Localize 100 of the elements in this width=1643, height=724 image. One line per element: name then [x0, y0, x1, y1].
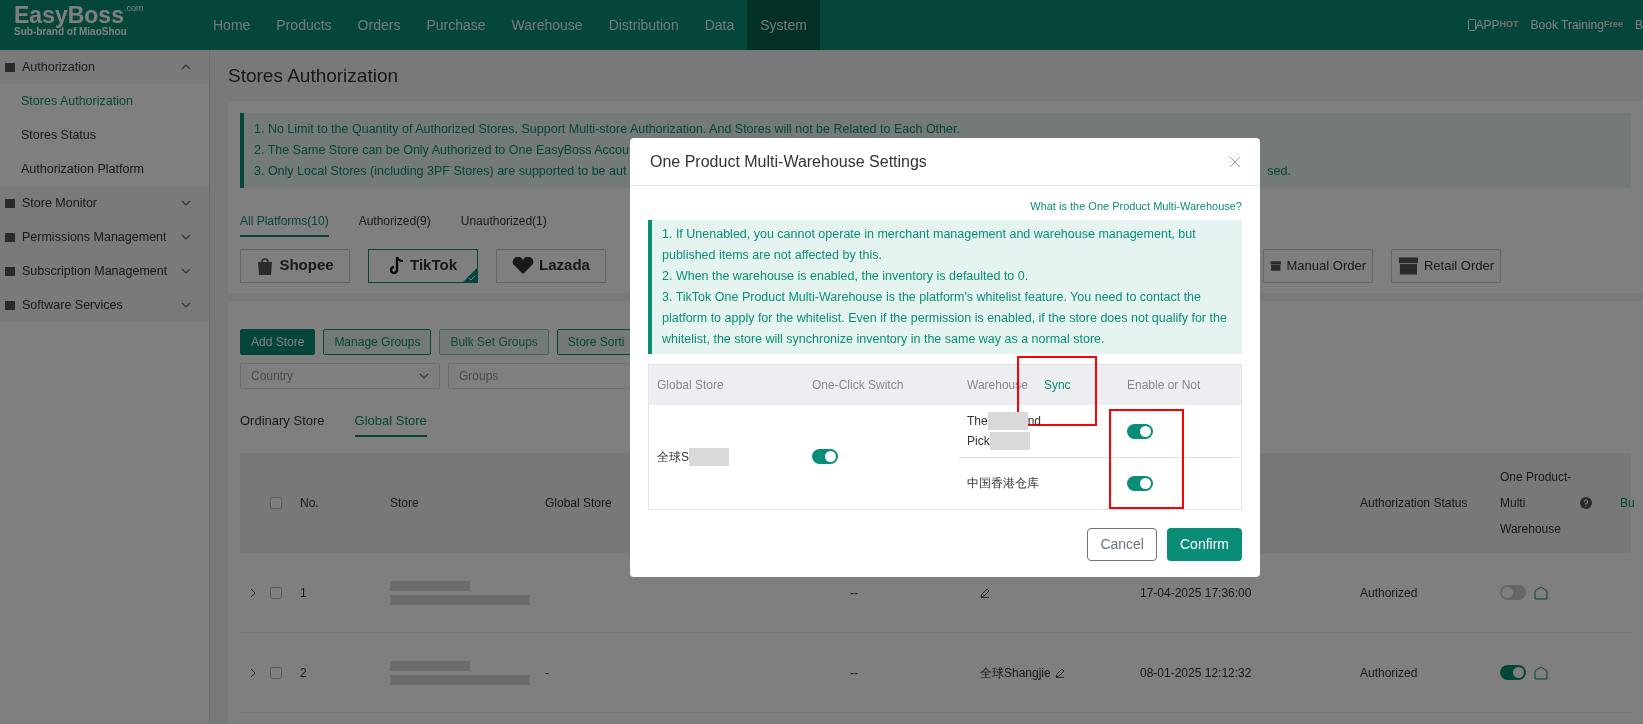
nav-link[interactable]: B	[1635, 16, 1643, 34]
text-label: The	[967, 412, 988, 430]
toggle-switch[interactable]	[812, 449, 838, 464]
check-corner-icon	[463, 267, 477, 282]
sidebar-group-label: Authorization	[22, 58, 96, 76]
platform-label: Lazada	[539, 255, 590, 276]
music-note-icon	[389, 255, 405, 276]
dialog-button[interactable]: Confirm	[1167, 527, 1242, 561]
badge-label: Free	[1603, 18, 1623, 30]
table-cell-text: 08-01-2025 12:12:32	[1139, 664, 1253, 682]
sidebar-group[interactable]: Permissions Management	[0, 220, 209, 254]
table-cell-text: -	[545, 664, 550, 682]
platform-label: Manual Order	[1286, 256, 1366, 275]
sync-link[interactable]: Sync	[1043, 375, 1071, 394]
sidebar-group-label: Subscription Management	[22, 262, 169, 280]
badge-label: HOT	[1499, 18, 1519, 32]
store-icon	[1398, 255, 1419, 276]
store-tab[interactable]: Global Store	[354, 410, 427, 437]
platform-button[interactable]: Retail Order	[1391, 248, 1501, 283]
filter-tab[interactable]: Unauthorized(1)	[460, 211, 547, 237]
sidebar-item[interactable]: Stores Authorization	[0, 84, 209, 118]
nav-tab[interactable]: System	[747, 0, 820, 50]
notice-text: 2. The Same Store can be Only Authorized to One EasyBoss Accou	[254, 141, 629, 159]
redacted-block	[987, 411, 1028, 430]
platform-button[interactable]: Shopee	[240, 248, 350, 283]
platform-button[interactable]: TikTok	[368, 248, 478, 283]
nav-tab[interactable]: Distribution	[595, 0, 692, 50]
notice-text: sed.	[1267, 162, 1292, 180]
action-button[interactable]: Manage Groups	[323, 328, 432, 355]
column-header: Enable or Not	[1126, 376, 1202, 394]
table-cell-text: 1	[300, 584, 308, 602]
toggle-switch[interactable]	[1127, 476, 1153, 492]
menu-item-icon	[4, 299, 16, 311]
redacted-block	[989, 431, 1030, 450]
sidebar-group-label: Store Monitor	[22, 194, 99, 212]
toggle-switch[interactable]	[1500, 665, 1526, 680]
chevron-right-icon	[250, 667, 256, 678]
menu-item-icon	[4, 231, 16, 243]
text-label: 全球S	[657, 448, 689, 466]
sidebar-group-label: Permissions Management	[22, 228, 168, 246]
sidebar-item[interactable]: Stores Status	[0, 118, 209, 152]
nav-tab[interactable]: Products	[263, 0, 345, 50]
table-cell-text: --	[849, 584, 859, 602]
heart-icon	[512, 256, 535, 275]
column-header: No.	[300, 495, 320, 512]
dialog-button[interactable]: Cancel	[1087, 527, 1157, 561]
platform-button[interactable]: Manual Order	[1263, 248, 1373, 283]
column-header: One-Click Switch	[811, 376, 905, 394]
brand-suffix: .com	[123, 3, 144, 13]
column-header: One Product-Multi Warehouse	[1500, 469, 1572, 538]
column-header: Bu	[1620, 495, 1636, 512]
checkbox[interactable]	[270, 497, 282, 509]
nav-link[interactable]: APP	[1475, 16, 1500, 34]
sidebar-group[interactable]: Software Services	[0, 288, 209, 322]
table-cell-text: Authorized	[1360, 664, 1419, 682]
sidebar-group[interactable]: Authorization	[0, 50, 209, 84]
text-label: nd	[1027, 412, 1042, 430]
table-cell-text: --	[849, 664, 859, 682]
column-header: Store	[390, 495, 420, 512]
filter-tab[interactable]: All Platforms(10)	[240, 211, 329, 237]
action-button[interactable]: Add Store	[240, 328, 316, 355]
nav-tab[interactable]: Orders	[344, 0, 414, 50]
sidebar-group-label: Software Services	[22, 296, 124, 314]
notice-text: 3. TikTok One Product Multi-Warehouse is the platform's whitelist feature. You need to contact the platform to apply for the whitelist. Even if the permission is enabled, if the store does not qualify for the whitelist, the store will synchronize inventory in the same way as a normal store.	[662, 288, 1228, 348]
store-tab[interactable]: Ordinary Store	[240, 410, 325, 437]
text-label: 中国香港仓库	[967, 475, 1039, 492]
checkbox[interactable]	[270, 666, 282, 679]
sidebar-item[interactable]: Authorization Platform	[0, 152, 209, 186]
text-label: Pick	[967, 432, 990, 450]
sidebar-group[interactable]: Store Monitor	[0, 186, 209, 220]
chevron-down-icon	[419, 372, 429, 379]
nav-link[interactable]: Book Training	[1530, 16, 1604, 34]
menu-item-icon	[4, 265, 16, 277]
nav-tab[interactable]: Warehouse	[498, 0, 596, 50]
help-icon	[1580, 497, 1592, 509]
nav-tab[interactable]: Data	[691, 0, 748, 50]
warehouse-icon	[1534, 585, 1548, 600]
dialog-title: One Product Multi-Warehouse Settings	[650, 151, 928, 172]
menu-item-icon	[4, 197, 16, 209]
column-header: Authorization Status	[1360, 495, 1469, 512]
table-cell-text: 2	[300, 664, 308, 682]
toggle-switch[interactable]	[1500, 585, 1526, 600]
phone-icon	[1467, 19, 1476, 31]
table-cell-text: 17-04-2025 17:36:00	[1139, 584, 1253, 602]
brand-logo: EasyBoss	[14, 2, 124, 28]
filter-tab[interactable]: Authorized(9)	[358, 211, 431, 237]
edit-icon	[980, 587, 990, 598]
edit-icon	[1054, 667, 1065, 678]
platform-button[interactable]: Lazada	[496, 248, 606, 283]
notice-text: 1. No Limit to the Quantity of Authorized Stores. Support Multi-store Authorization. And Stores will not be Related to Each Other.	[254, 120, 960, 138]
help-link[interactable]: What is the One Product Multi-Warehouse?	[1030, 200, 1242, 212]
notice-text: 2. When the warehouse is enabled, the inventory is defaulted to 0.	[662, 267, 1030, 285]
close-icon[interactable]	[1230, 156, 1240, 167]
nav-tab[interactable]: Purchase	[413, 0, 499, 50]
nav-tab[interactable]: Home	[200, 0, 264, 50]
brand-tagline: Sub-brand of MiaoShou	[14, 27, 128, 37]
checkbox[interactable]	[270, 586, 282, 599]
notice-text: 3. Only Local Stores (including 3PF Stores) are supported to be aut	[254, 162, 627, 180]
sidebar-group[interactable]: Subscription Management	[0, 254, 209, 288]
toggle-switch[interactable]	[1127, 423, 1153, 439]
